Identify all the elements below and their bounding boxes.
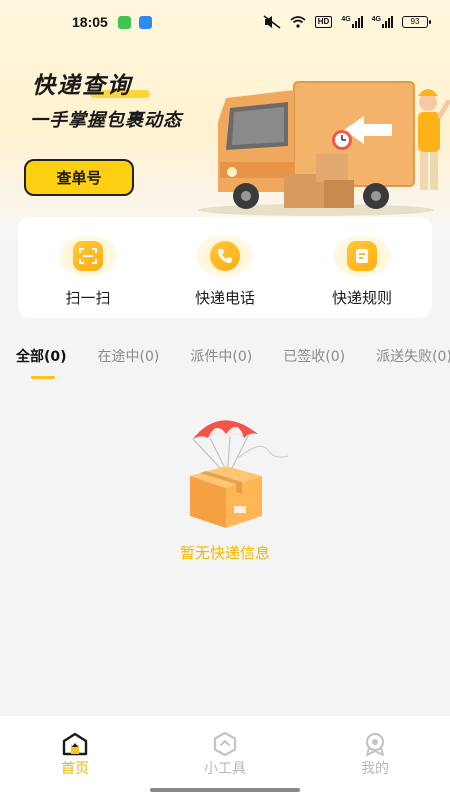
signal-1: 4G bbox=[341, 16, 363, 28]
document-icon bbox=[347, 241, 377, 271]
tool-courier-phone[interactable]: 快递电话 bbox=[175, 217, 275, 318]
nav-profile[interactable]: 我的 bbox=[300, 716, 450, 800]
tab-delivered[interactable]: 已签收(0) bbox=[283, 340, 345, 380]
wifi-icon bbox=[290, 16, 306, 28]
message-app-icon bbox=[117, 15, 131, 29]
status-time: 18:05 bbox=[72, 14, 108, 30]
signal-2: 4G bbox=[372, 16, 393, 28]
home-icon bbox=[62, 732, 88, 756]
tab-all[interactable]: 全部(0) bbox=[16, 340, 67, 380]
battery-indicator: 93 bbox=[402, 16, 431, 28]
tool-label: 快递电话 bbox=[194, 289, 255, 307]
notification-app-icon bbox=[138, 15, 152, 29]
page-title: 快递查询 bbox=[32, 73, 132, 99]
tab-in-transit[interactable]: 在途中(0) bbox=[98, 340, 160, 380]
delivery-truck-illustration bbox=[198, 81, 450, 216]
nav-label: 小工具 bbox=[204, 761, 246, 777]
scan-icon bbox=[73, 241, 103, 271]
profile-icon bbox=[365, 732, 385, 756]
tool-scan[interactable]: 扫一扫 bbox=[38, 217, 138, 318]
nav-label: 我的 bbox=[361, 761, 389, 777]
home-indicator bbox=[150, 788, 300, 792]
tool-label: 扫一扫 bbox=[65, 289, 111, 307]
tools-card: 扫一扫 快递电话 快递规则 bbox=[18, 217, 432, 318]
mute-icon bbox=[263, 15, 281, 29]
tool-label: 快递规则 bbox=[331, 289, 392, 307]
phone-icon bbox=[210, 241, 240, 271]
status-bar: 18:05 HD 4G 4G 93 bbox=[0, 0, 450, 44]
nav-label: 首页 bbox=[61, 761, 89, 777]
hero-banner: 18:05 HD 4G 4G 93 快递查询 一手掌握包裹动态 查单号 bbox=[0, 0, 450, 240]
tool-icon-background bbox=[196, 235, 254, 277]
hd-badge: HD bbox=[314, 16, 333, 28]
signal-bars-icon bbox=[382, 16, 393, 28]
tool-icon-background bbox=[59, 235, 117, 277]
tool-icon-background bbox=[333, 235, 391, 277]
nav-home[interactable]: 首页 bbox=[0, 716, 150, 800]
empty-state-text: 暂无快递信息 bbox=[179, 544, 270, 562]
query-tracking-button[interactable]: 查单号 bbox=[24, 159, 134, 196]
network-label-2: 4G bbox=[371, 16, 381, 23]
tab-out-for-delivery[interactable]: 派件中(0) bbox=[190, 340, 252, 380]
network-label-1: 4G bbox=[341, 16, 351, 23]
signal-bars-icon bbox=[351, 16, 363, 28]
status-tabs: 全部(0) 在途中(0) 派件中(0) 已签收(0) 派送失败(0) bbox=[16, 340, 450, 380]
page-subtitle: 一手掌握包裹动态 bbox=[30, 110, 182, 131]
tab-failed[interactable]: 派送失败(0) bbox=[376, 340, 450, 380]
parachute-package-icon bbox=[190, 420, 289, 528]
tools-icon bbox=[213, 732, 237, 756]
tool-courier-rules[interactable]: 快递规则 bbox=[312, 217, 412, 318]
